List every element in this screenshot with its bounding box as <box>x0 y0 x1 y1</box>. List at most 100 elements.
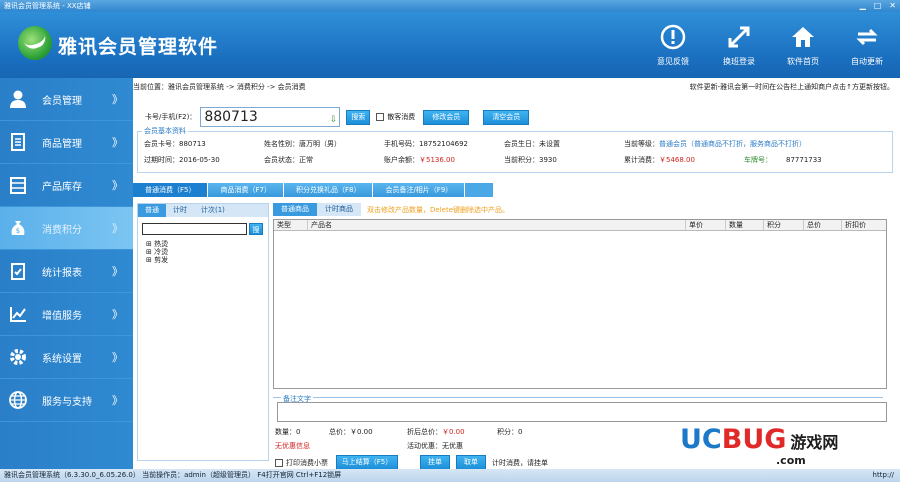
tab-count[interactable]: 计次(1) <box>194 204 232 217</box>
anon-checkbox[interactable] <box>376 113 385 121</box>
clear-member-button[interactable]: 清空会员 <box>483 109 530 125</box>
tab-product-consumption[interactable]: 商品消费（F7） <box>208 183 284 197</box>
service-search-input[interactable] <box>142 223 247 235</box>
sidebar: 会员管理 》 商品管理 》 产品库存 》 $ 消费积分 》 统计报表 》 增值服… <box>0 78 133 469</box>
card-label: 卡号/手机(F2)： <box>145 113 197 121</box>
chevron-right-icon: 》 <box>112 179 123 192</box>
maximize-button[interactable]: □ <box>874 0 882 12</box>
tab-timing[interactable]: 计时 <box>166 204 194 217</box>
card-value: 880713 <box>204 109 258 125</box>
tab-member-remark[interactable]: 会员备注/相片（F9） <box>373 183 466 197</box>
col-price: 单价 <box>686 220 726 230</box>
sidebar-item-label: 服务与支持 <box>42 396 92 408</box>
chevron-right-icon: 》 <box>112 136 123 149</box>
watermark-logo: UCBUG 游戏网 .com <box>680 424 839 467</box>
remark-input[interactable] <box>277 402 887 422</box>
chevron-right-icon: 》 <box>112 308 123 321</box>
timing-hint: 计时消费，请挂单 <box>492 458 548 467</box>
col-product: 产品名 <box>308 220 686 230</box>
service-pane: 普通 计时 计次(1) 搜 ⊞ 热烫 ⊞ 冷烫 ⊞ 剪发 <box>137 203 269 461</box>
member-status: 会员状态：正常 <box>264 156 313 164</box>
summary-total: 总价：￥0.00 <box>329 428 373 436</box>
sidebar-item-reports[interactable]: 统计报表 》 <box>0 250 133 293</box>
sidebar-item-members[interactable]: 会员管理 》 <box>0 78 133 121</box>
auto-update-button[interactable]: 自动更新 <box>842 22 892 72</box>
tab-normal[interactable]: 普通 <box>138 204 166 217</box>
sidebar-item-label: 商品管理 <box>42 138 82 150</box>
service-tree: ⊞ 热烫 ⊞ 冷烫 ⊞ 剪发 <box>146 240 168 264</box>
money-bag-icon: $ <box>8 218 28 238</box>
tab-timing-products[interactable]: 计时商品 <box>317 203 361 216</box>
keyboard-icon[interactable]: ⇩ <box>330 111 338 129</box>
tree-item[interactable]: ⊞ 热烫 <box>146 240 168 248</box>
close-button[interactable]: ✕ <box>889 0 896 12</box>
sidebar-item-inventory[interactable]: 产品库存 》 <box>0 164 133 207</box>
window-titlebar: 雅讯会员管理系统 - XX店铺 ▁ □ ✕ <box>0 0 900 12</box>
chevron-right-icon: 》 <box>112 351 123 364</box>
member-level: 当前等级：普通会员（普通商品不打折，服务商品不打折） <box>624 140 806 148</box>
member-name: 姓名性别：唐万明（男） <box>264 140 341 148</box>
inventory-icon <box>8 175 28 195</box>
member-plate: 车牌号： 87771733 <box>744 156 822 164</box>
hang-order-button[interactable]: 挂单 <box>420 455 450 470</box>
edit-member-button[interactable]: 修改会员 <box>423 109 470 125</box>
product-grid[interactable]: 类型 产品名 单价 数量 积分 总价 折扣价 <box>273 219 887 389</box>
status-link[interactable]: http:// <box>873 469 894 482</box>
card-search-row: 卡号/手机(F2)： 880713 ⇩ 搜索 散客消费 修改会员 清空会员 <box>145 107 530 129</box>
tree-item[interactable]: ⊞ 剪发 <box>146 256 168 264</box>
service-search-button[interactable]: 搜 <box>249 223 263 235</box>
print-label: 打印消费小票 <box>286 458 328 467</box>
summary-qty: 数量：0 <box>275 428 301 436</box>
minimize-button[interactable]: ▁ <box>860 0 866 12</box>
gear-icon <box>8 347 28 367</box>
checkout-button[interactable]: 马上结算（F5） <box>336 455 398 470</box>
sidebar-item-support[interactable]: 服务与支持 》 <box>0 379 133 422</box>
tab-normal-products[interactable]: 普通商品 <box>273 203 317 216</box>
summary-points: 积分：0 <box>497 428 523 436</box>
take-order-button[interactable]: 取单 <box>456 455 486 470</box>
sidebar-item-label: 增值服务 <box>42 310 82 322</box>
globe-icon <box>8 390 28 410</box>
sidebar-item-label: 系统设置 <box>42 353 82 365</box>
chart-icon <box>8 304 28 324</box>
print-checkbox[interactable] <box>275 458 283 467</box>
home-label: 软件首页 <box>787 57 819 66</box>
feedback-label: 意见反馈 <box>657 57 689 66</box>
hint-text: 双击修改产品数量，Delete键删除选中产品。 <box>367 205 509 214</box>
main-content: 当前位置：雅讯会员管理系统 -> 消费积分 -> 会员消费 软件更新-雅讯会第一… <box>133 78 900 470</box>
action-bar: 打印消费小票 马上结算（F5） 挂单 取单 计时消费，请挂单 <box>275 455 548 470</box>
cart-pane: 普通商品 计时商品 双击修改产品数量，Delete键删除选中产品。 类型 产品名… <box>273 203 893 470</box>
promo-info: 活动优惠：无优惠 <box>407 442 463 450</box>
remark-divider <box>273 397 883 398</box>
anon-label: 散客消费 <box>387 113 416 121</box>
switch-login-label: 换班登录 <box>723 57 755 66</box>
app-title: 雅讯会员管理软件 <box>58 36 219 58</box>
sidebar-item-products[interactable]: 商品管理 》 <box>0 121 133 164</box>
clipboard-icon <box>8 261 28 281</box>
switch-icon <box>726 24 752 50</box>
consumption-tabs: 普通消费（F5） 商品消费（F7） 积分兑换礼品（F8） 会员备注/相片（F9） <box>133 183 493 197</box>
card-input[interactable]: 880713 ⇩ <box>200 107 341 129</box>
svg-text:$: $ <box>16 227 20 235</box>
alert-icon <box>660 24 686 50</box>
search-button[interactable]: 搜索 <box>346 109 371 125</box>
update-notice: 软件更新-雅讯会第一时间在公告栏上通知商户点击↑方更新按钮。 <box>689 83 894 91</box>
home-button[interactable]: 软件首页 <box>778 22 828 72</box>
sidebar-item-label: 会员管理 <box>42 95 82 107</box>
sidebar-item-settings[interactable]: 系统设置 》 <box>0 336 133 379</box>
sidebar-item-value-added[interactable]: 增值服务 》 <box>0 293 133 336</box>
member-birthday: 会员生日：未设置 <box>504 140 560 148</box>
tab-normal-consumption[interactable]: 普通消费（F5） <box>133 183 209 197</box>
tree-item[interactable]: ⊞ 冷烫 <box>146 248 168 256</box>
member-info-panel: 会员基本资料 会员卡号：880713 姓名性别：唐万明（男） 手机号码：1875… <box>137 126 893 173</box>
switch-login-button[interactable]: 换班登录 <box>714 22 764 72</box>
status-bar: 雅讯会员管理系统（6.3.30.0_6.05.26.0） 当前操作员：admin… <box>0 469 900 482</box>
sidebar-item-consumption[interactable]: $ 消费积分 》 <box>0 207 133 250</box>
member-expire: 过期时间：2016-05-30 <box>144 156 220 164</box>
member-phone: 手机号码：18752104692 <box>384 140 468 148</box>
refresh-icon <box>854 24 880 50</box>
col-discount: 折扣价 <box>845 221 866 229</box>
status-text: 雅讯会员管理系统（6.3.30.0_6.05.26.0） 当前操作员：admin… <box>4 471 342 479</box>
feedback-button[interactable]: 意见反馈 <box>648 22 698 72</box>
tab-points-exchange[interactable]: 积分兑换礼品（F8） <box>283 183 374 197</box>
